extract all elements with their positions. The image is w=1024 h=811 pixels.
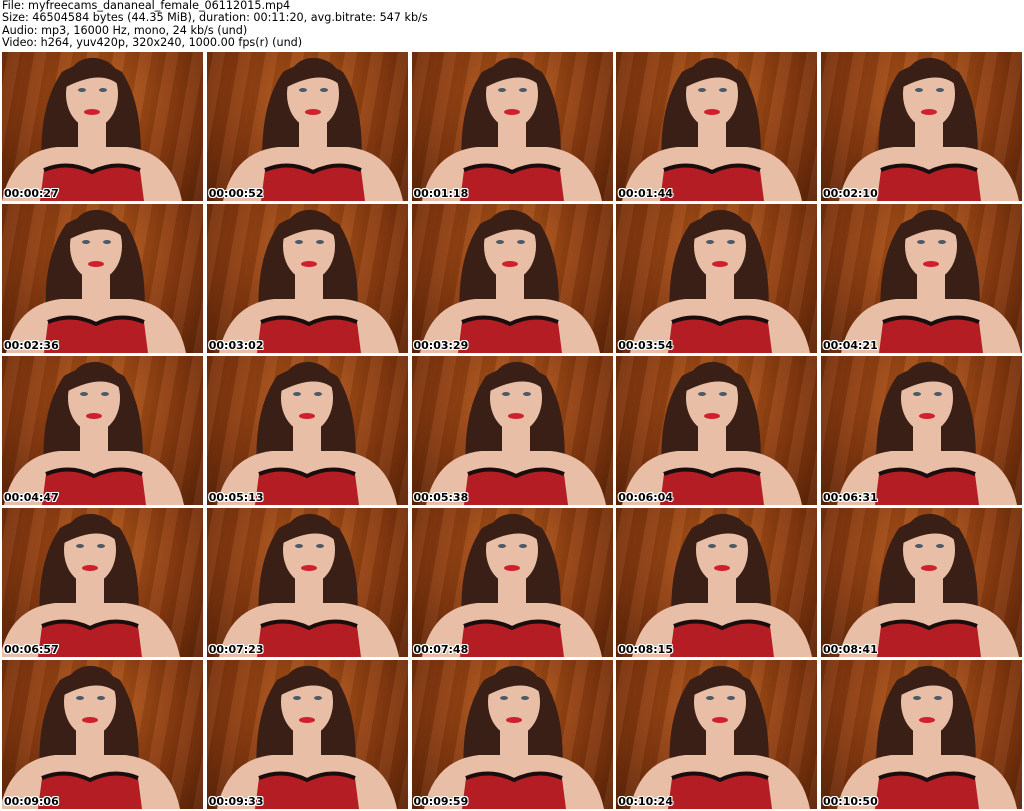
- timestamp-label: 00:02:10: [823, 187, 878, 200]
- frame-image: [216, 665, 397, 809]
- frame-image: [622, 361, 803, 505]
- frame-image: [423, 665, 604, 809]
- frame-image: [421, 57, 602, 201]
- file-size-line: Size: 46504584 bytes (44.35 MiB), durati…: [2, 11, 428, 25]
- timestamp-label: 00:00:52: [208, 187, 264, 200]
- frame-image: [837, 361, 1017, 505]
- thumbnail-frame: 00:03:54: [616, 204, 818, 353]
- timestamp-label: 00:09:59: [413, 795, 469, 808]
- thumbnail-frame: 00:01:44: [616, 52, 818, 201]
- thumbnail-frame: 00:02:10: [821, 52, 1022, 201]
- timestamp-label: 00:05:38: [413, 491, 469, 504]
- frame-image: [837, 665, 1017, 809]
- thumbnail-frame: 00:09:59: [411, 660, 613, 809]
- frame-image: [630, 665, 811, 809]
- thumbnail-frame: 00:04:47: [2, 356, 203, 505]
- frame-image: [2, 57, 182, 201]
- timestamp-label: 00:01:44: [618, 187, 673, 200]
- frame-image: [425, 361, 606, 505]
- thumbnail-frame: 00:09:06: [2, 660, 203, 809]
- frame-image: [421, 513, 602, 657]
- frame-image: [630, 209, 811, 353]
- timestamp-label: 00:07:48: [413, 643, 469, 656]
- thumbnail-frame: 00:06:04: [616, 356, 818, 505]
- thumbnail-frame: 00:02:36: [2, 204, 203, 353]
- thumbnail-frame: 00:04:21: [821, 204, 1022, 353]
- timestamp-label: 00:06:57: [4, 643, 59, 656]
- thumbnail-frame: 00:06:57: [2, 508, 203, 657]
- thumbnail-frame: 00:07:48: [411, 508, 613, 657]
- timestamp-label: 00:07:23: [208, 643, 264, 656]
- timestamp-label: 00:06:31: [823, 491, 878, 504]
- frame-image: [218, 513, 399, 657]
- timestamp-label: 00:00:27: [4, 187, 59, 200]
- timestamp-label: 00:03:02: [208, 339, 264, 352]
- thumbnail-frame: 00:00:52: [206, 52, 408, 201]
- timestamp-label: 00:04:47: [4, 491, 59, 504]
- thumbnail-frame: 00:03:02: [206, 204, 408, 353]
- frame-image: [2, 513, 180, 657]
- frame-image: [218, 209, 399, 353]
- thumbnail-frame: 00:08:15: [616, 508, 818, 657]
- timestamp-label: 00:01:18: [413, 187, 469, 200]
- frame-image: [839, 513, 1019, 657]
- thumbnail-frame: 00:06:31: [821, 356, 1022, 505]
- timestamp-label: 00:03:29: [413, 339, 469, 352]
- timestamp-label: 00:05:13: [208, 491, 264, 504]
- frame-image: [419, 209, 600, 353]
- thumbnail-frame: 00:08:41: [821, 508, 1022, 657]
- thumbnail-frame: 00:00:27: [2, 52, 203, 201]
- frame-image: [622, 57, 803, 201]
- timestamp-label: 00:03:54: [618, 339, 673, 352]
- timestamp-label: 00:09:33: [208, 795, 264, 808]
- timestamp-label: 00:02:36: [4, 339, 59, 352]
- thumbnail-frame: 00:05:13: [206, 356, 408, 505]
- frame-image: [4, 361, 184, 505]
- timestamp-label: 00:08:15: [618, 643, 673, 656]
- frame-image: [216, 361, 397, 505]
- frame-image: [222, 57, 403, 201]
- timestamp-label: 00:04:21: [823, 339, 878, 352]
- file-info-header: File: myfreecams_dananeal_female_0611201…: [2, 0, 1022, 50]
- timestamp-label: 00:09:06: [4, 795, 59, 808]
- frame-image: [841, 209, 1021, 353]
- frame-image: [6, 209, 186, 353]
- thumbnail-frame: 00:10:50: [821, 660, 1022, 809]
- thumbnail-frame: 00:10:24: [616, 660, 818, 809]
- frame-image: [2, 665, 180, 809]
- timestamp-label: 00:08:41: [823, 643, 878, 656]
- frame-image: [839, 57, 1019, 201]
- thumbnail-frame: 00:05:38: [411, 356, 613, 505]
- timestamp-label: 00:06:04: [618, 491, 673, 504]
- timestamp-label: 00:10:50: [823, 795, 878, 808]
- frame-image: [632, 513, 813, 657]
- thumbnail-frame: 00:07:23: [206, 508, 408, 657]
- thumbnail-grid: 00:00:27 00:00:52 00:01:18 00:01:44 00:0…: [2, 52, 1022, 809]
- timestamp-label: 00:10:24: [618, 795, 673, 808]
- thumbnail-frame: 00:03:29: [411, 204, 613, 353]
- video-info-line: Video: h264, yuv420p, 320x240, 1000.00 f…: [2, 36, 303, 50]
- thumbnail-frame: 00:09:33: [206, 660, 408, 809]
- thumbnail-frame: 00:01:18: [411, 52, 613, 201]
